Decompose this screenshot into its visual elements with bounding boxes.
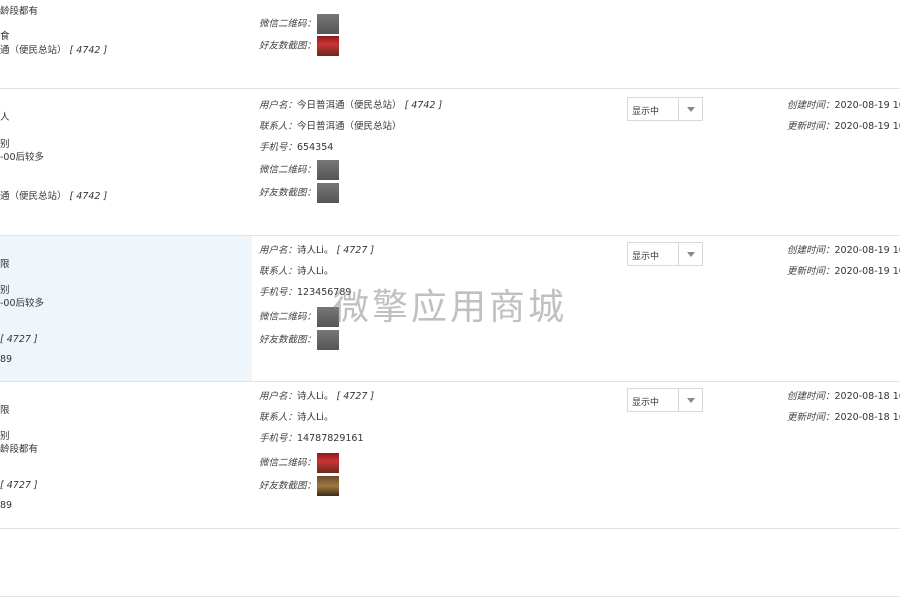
category-text: 食	[0, 31, 10, 42]
contact-line: 联系人：诗人Li。	[259, 412, 334, 423]
updated-time: 更新时间：2020-08-19 10:	[787, 266, 900, 277]
username-line: 用户名：今日普洱通（便民总站） [ 4742 ]	[259, 100, 443, 111]
left-text-1: 限	[0, 405, 10, 416]
updated-time: 更新时间：2020-08-19 10:	[787, 121, 900, 132]
table-row: 限 别 龄段都有 [ 4727 ] 89 用户名：诗人Li。 [ 4727 ] …	[0, 382, 900, 529]
friends-screenshot-thumbnail[interactable]	[317, 36, 340, 56]
row-left-info: 限 别 -00后较多 [ 4727 ] 89	[0, 236, 252, 381]
friends-shot-row: 好友数截图：	[259, 476, 340, 496]
left-text-2: 别	[0, 431, 10, 442]
left-text-3: 龄段都有	[0, 444, 39, 455]
contact-line: 联系人：今日普洱通（便民总站）	[259, 121, 402, 132]
wechat-qr-row: 微信二维码：	[259, 14, 340, 34]
created-time: 创建时间：2020-08-19 10:	[787, 245, 900, 256]
created-time: 创建时间：2020-08-18 16:	[787, 391, 900, 402]
owner-text: 通（便民总站） [ 4742 ]	[0, 45, 108, 56]
qr-thumbnail[interactable]	[317, 160, 340, 180]
username-line: 用户名：诗人Li。 [ 4727 ]	[259, 391, 375, 402]
watermark: 微擎应用商城	[333, 287, 568, 328]
friends-shot-row: 好友数截图：	[259, 330, 340, 350]
friends-screenshot-thumbnail[interactable]	[317, 183, 340, 203]
left-owner: [ 4727 ]	[0, 334, 38, 345]
chevron-down-icon	[687, 107, 695, 112]
contact-line: 联系人：诗人Li。	[259, 266, 334, 277]
phone-line: 手机号：654354	[259, 142, 334, 153]
left-text-3: -00后较多	[0, 298, 45, 309]
left-text-5: 89	[0, 500, 13, 511]
status-value: 显示中	[632, 398, 660, 408]
select-divider	[678, 243, 679, 265]
qr-thumbnail[interactable]	[317, 14, 340, 34]
row-left-info: 人 别 -00后较多 通（便民总站） [ 4742 ]	[0, 89, 252, 235]
username-line: 用户名：诗人Li。 [ 4727 ]	[259, 245, 375, 256]
friends-shot-row: 好友数截图：	[259, 183, 340, 203]
status-select[interactable]: 显示中	[627, 242, 703, 266]
row-left-info: 限 别 龄段都有 [ 4727 ] 89	[0, 382, 252, 528]
left-owner: [ 4727 ]	[0, 480, 38, 491]
status-value: 显示中	[632, 252, 660, 262]
chevron-down-icon	[687, 398, 695, 403]
left-text-3: -00后较多	[0, 152, 45, 163]
left-text-1: 人	[0, 112, 10, 123]
friends-screenshot-thumbnail[interactable]	[317, 476, 340, 496]
status-select[interactable]: 显示中	[627, 97, 703, 121]
created-time: 创建时间：2020-08-19 10:	[787, 100, 900, 111]
left-text-2: 别	[0, 285, 10, 296]
friends-screenshot-thumbnail[interactable]	[317, 330, 340, 350]
row-left-info: 龄段都有 食 通（便民总站） [ 4742 ]	[0, 0, 252, 88]
wechat-qr-row: 微信二维码：	[259, 453, 340, 473]
phone-line: 手机号：14787829161	[259, 433, 364, 444]
select-divider	[678, 98, 679, 120]
left-text-2: 别	[0, 139, 10, 150]
left-owner: 通（便民总站） [ 4742 ]	[0, 191, 108, 202]
left-text-5: 89	[0, 354, 13, 365]
age-range-text: 龄段都有	[0, 6, 39, 17]
status-value: 显示中	[632, 107, 660, 117]
table-row-partial: 龄段都有 食 通（便民总站） [ 4742 ] 微信二维码： 好友数截图：	[0, 0, 900, 89]
wechat-qr-row: 微信二维码：	[259, 307, 340, 327]
select-divider	[678, 389, 679, 411]
left-text-1: 限	[0, 259, 10, 270]
friends-shot-row: 好友数截图：	[259, 36, 340, 56]
updated-time: 更新时间：2020-08-18 16:	[787, 412, 900, 423]
wechat-qr-row: 微信二维码：	[259, 160, 340, 180]
table-bottom-border	[0, 596, 900, 597]
qr-thumbnail[interactable]	[317, 453, 340, 473]
chevron-down-icon	[687, 252, 695, 257]
table-row: 人 别 -00后较多 通（便民总站） [ 4742 ] 用户名：今日普洱通（便民…	[0, 89, 900, 236]
status-select[interactable]: 显示中	[627, 388, 703, 412]
